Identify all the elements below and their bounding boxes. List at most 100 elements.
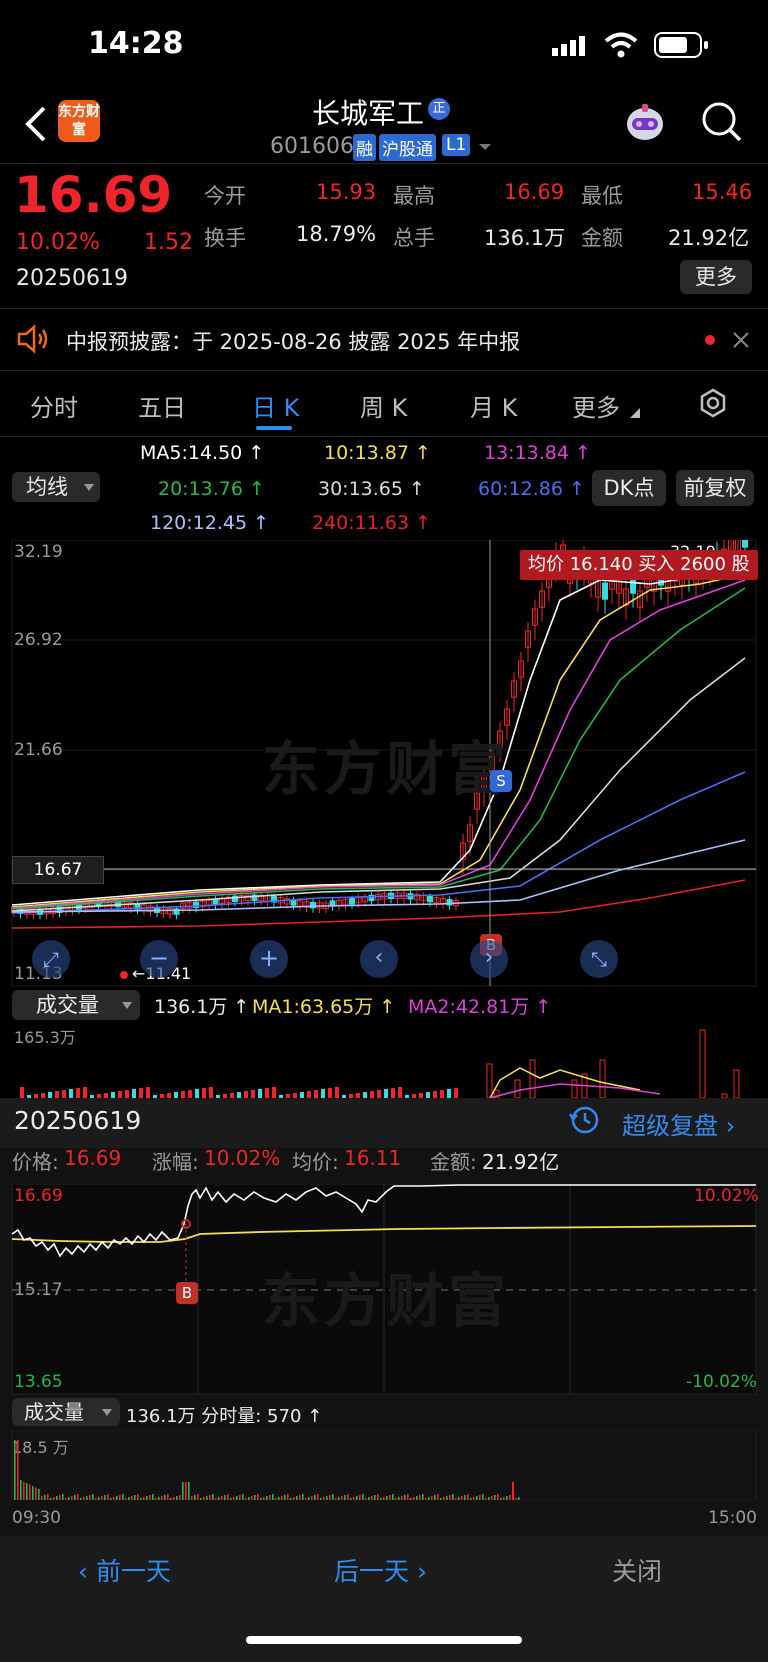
intraday-volume-bar (476, 1496, 478, 1500)
intraday-volume-bar (95, 1498, 97, 1500)
intraday-volume-bar (488, 1497, 490, 1500)
intraday-volume-selector[interactable]: 成交量 (12, 1398, 120, 1426)
intraday-volume-bar (26, 1483, 28, 1500)
intraday-volume-bar (506, 1496, 508, 1500)
volume-bar (486, 1063, 493, 1098)
chart-fullscreen-icon[interactable]: ⤡ (580, 940, 618, 978)
chart-nav-left-icon[interactable]: ⤢ (32, 940, 70, 978)
super-replay-link[interactable]: 超级复盘 › (622, 1106, 735, 1141)
replay-history-icon[interactable] (568, 1104, 600, 1136)
volume-bar (321, 1089, 325, 1098)
y-label-3: 21.66 (14, 740, 63, 760)
intraday-volume-bar (386, 1496, 388, 1500)
ma-selector[interactable]: 均线 (12, 472, 100, 502)
intraday-volume-bar (29, 1484, 31, 1500)
y-label-top: 32.19 (14, 542, 63, 562)
ma13-legend: 13:13.84 ↑ (484, 442, 591, 464)
intraday-volume-bar (110, 1498, 112, 1500)
intraday-volume-bar (515, 1498, 517, 1500)
intraday-volume-bar (209, 1495, 211, 1500)
dk-point-button[interactable]: DK点 (592, 470, 666, 506)
intraday-volume-bar (452, 1494, 454, 1500)
volume-bar (529, 1059, 536, 1098)
intraday-volume-bar (113, 1497, 115, 1500)
intraday-volume-bar (269, 1495, 271, 1500)
intraday-volume-bar (440, 1498, 442, 1500)
volume-bar (258, 1089, 262, 1098)
volume-ma2: MA2:42.81万 ↑ (408, 996, 552, 1018)
next-day-button[interactable]: 后一天 › (334, 1552, 427, 1588)
intraday-volume-bar (35, 1487, 37, 1500)
more-stats-button[interactable]: 更多 (680, 260, 752, 294)
time-end: 15:00 (708, 1508, 757, 1528)
intraday-volume-bar (101, 1496, 103, 1500)
change-label: 涨幅: (152, 1150, 199, 1174)
tag-l1: L1 (442, 134, 471, 156)
intraday-volume-bar (404, 1495, 406, 1500)
intraday-volume-bar (80, 1498, 82, 1500)
intraday-volume-bar (212, 1494, 214, 1500)
intraday-volume-bar (62, 1494, 64, 1500)
chart-next-icon[interactable]: › (470, 940, 508, 978)
volume-bar (514, 1079, 521, 1098)
close-button[interactable]: 关闭 (612, 1552, 662, 1588)
intraday-y-mid: 15.17 (14, 1280, 63, 1300)
volume-bar (370, 1091, 374, 1098)
quote-date: 20250619 (16, 266, 128, 291)
intraday-volume-bar (143, 1497, 145, 1500)
intraday-volume-bar (419, 1495, 421, 1500)
tab-weekly-k[interactable]: 周 K (360, 388, 407, 423)
intraday-volume-bar (338, 1497, 340, 1500)
robot-assistant-icon[interactable] (622, 100, 668, 146)
forward-adjust-button[interactable]: 前复权 (676, 470, 754, 506)
intraday-volume-bar (128, 1497, 130, 1500)
intraday-volume-bar (59, 1495, 61, 1500)
intraday-volume-bar (176, 1496, 178, 1500)
sell-signal-badge[interactable]: S (490, 770, 512, 792)
settings-icon[interactable] (698, 388, 728, 418)
intraday-volume-bar (86, 1496, 88, 1500)
ma30-legend: 30:13.65 ↑ (318, 478, 425, 500)
intraday-volume-bar (305, 1498, 307, 1500)
intraday-volume-bar (491, 1496, 493, 1500)
chart-zoom-in-icon[interactable]: + (250, 940, 288, 978)
notice-text[interactable]: 中报预披露：于 2025-08-26 披露 2025 年中报 (66, 326, 520, 356)
candle-body (602, 582, 608, 600)
intraday-volume-bar (38, 1489, 40, 1500)
dropdown-icon[interactable] (478, 142, 492, 152)
volume-ma1: MA1:63.65万 ↑ (252, 996, 396, 1018)
intraday-volume-bar (299, 1495, 301, 1500)
tab-five-day[interactable]: 五日 (138, 388, 186, 423)
intraday-volume-bar (149, 1495, 151, 1500)
chart-prev-icon[interactable]: ‹ (360, 940, 398, 978)
status-time: 14:28 (88, 26, 184, 61)
tab-intraday[interactable]: 分时 (30, 388, 78, 423)
intraday-volume-bar (239, 1495, 241, 1500)
intraday-volume-bar (98, 1497, 100, 1500)
ma120-legend: 120:12.45 ↑ (150, 512, 270, 534)
ma240-legend: 240:11.63 ↑ (312, 512, 432, 534)
stock-code: 601606 (270, 134, 354, 159)
tab-daily-k[interactable]: 日 K (252, 388, 299, 423)
volume-bar (139, 1088, 143, 1098)
intraday-volume-bar (164, 1495, 166, 1500)
back-icon[interactable] (22, 104, 52, 144)
intraday-volume-bar (332, 1494, 334, 1500)
intraday-volume-bar (350, 1498, 352, 1500)
intraday-volume-bar (308, 1497, 310, 1500)
search-icon[interactable] (700, 100, 744, 144)
intraday-volume-bar (464, 1495, 466, 1500)
chart-zoom-out-icon[interactable]: − (140, 940, 178, 978)
intraday-volume-bar (494, 1495, 496, 1500)
ma10-legend: 10:13.87 ↑ (324, 442, 431, 464)
prev-day-button[interactable]: ‹ 前一天 (78, 1552, 171, 1588)
intraday-volume-bar (470, 1498, 472, 1500)
amount-label: 金额: (430, 1150, 477, 1174)
close-icon[interactable] (732, 331, 750, 349)
volume-selector[interactable]: 成交量 (12, 990, 140, 1020)
intraday-volume-bar (479, 1495, 481, 1500)
intraday-volume-bar (245, 1498, 247, 1500)
tab-more[interactable]: 更多 (572, 388, 620, 423)
intraday-buy-badge[interactable]: B (176, 1282, 198, 1304)
tab-monthly-k[interactable]: 月 K (470, 388, 517, 423)
